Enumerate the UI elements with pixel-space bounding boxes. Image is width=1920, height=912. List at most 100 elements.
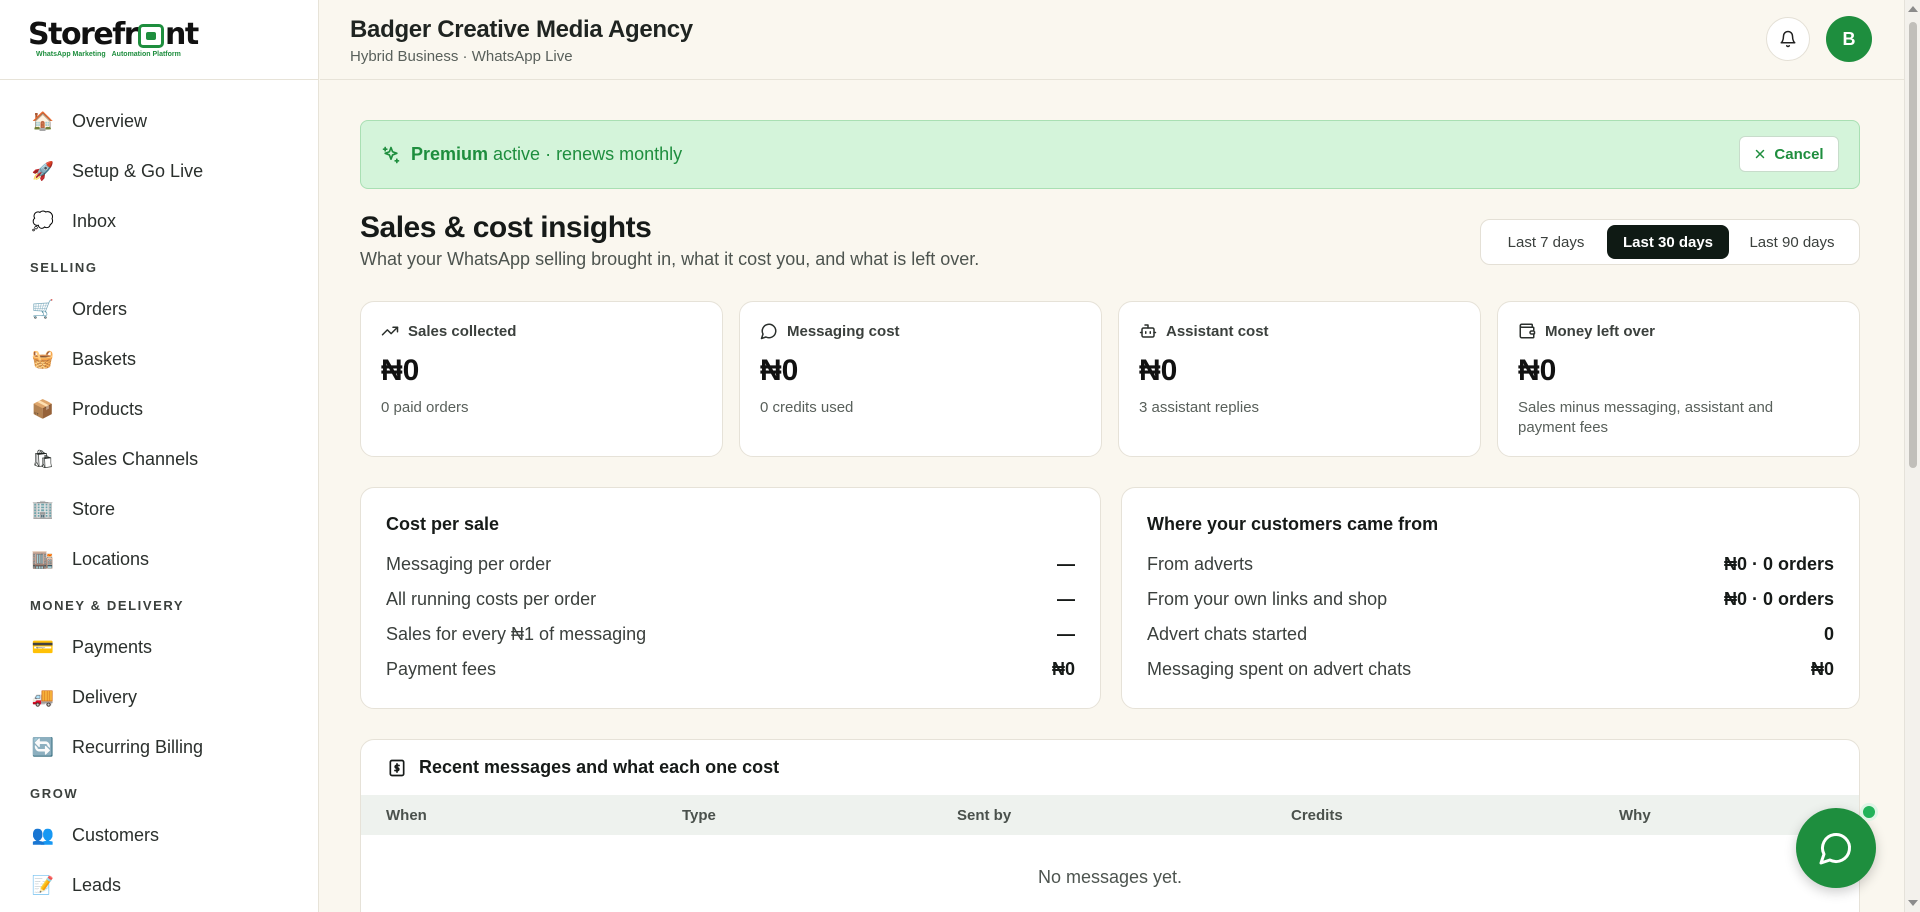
sparkles-icon <box>381 145 401 165</box>
stat-header: Messaging cost <box>760 322 1081 340</box>
column-header-why[interactable]: Why <box>1619 807 1651 824</box>
metric-row: From adverts ₦0 · 0 orders <box>1147 547 1834 582</box>
subscription-status: Premium active · renews monthly <box>411 144 682 165</box>
date-range-selector: Last 7 days Last 30 days Last 90 days <box>1480 219 1860 265</box>
metric-value: ₦0 · 0 orders <box>1723 554 1834 574</box>
panel-title: Cost per sale <box>386 514 500 534</box>
stat-card-messaging-cost: Messaging cost ₦0 0 credits used <box>739 301 1102 457</box>
stat-value: ₦0 <box>1518 354 1557 387</box>
range-last-30-days[interactable]: Last 30 days <box>1607 225 1729 259</box>
chat-bubble-icon <box>1819 832 1852 865</box>
metric-value: ₦0 <box>1810 659 1834 679</box>
scroll-down-icon[interactable] <box>1908 900 1918 906</box>
plan-status: active · renews monthly <box>493 144 683 164</box>
metric-value: 0 <box>1823 624 1834 644</box>
metric-label: From your own links and shop <box>1147 589 1388 609</box>
bell-icon <box>1780 30 1796 48</box>
scrollbar[interactable] <box>1904 0 1920 912</box>
sidebar-item-setup[interactable]: 🚀 Setup & Go Live <box>0 146 318 196</box>
main-content: Premium active · renews monthly Cancel S… <box>360 120 1860 912</box>
sidebar-item-recurring-billing[interactable]: 🔄 Recurring Billing <box>0 722 318 772</box>
sidebar: Storefr nt WhatsApp Marketing Automation… <box>0 0 319 912</box>
stat-label: Assistant cost <box>1166 322 1269 340</box>
house-icon: 🏠 <box>31 110 55 131</box>
stat-value: ₦0 <box>381 354 420 387</box>
logo-tagline-1: WhatsApp Marketing <box>36 51 106 58</box>
logo-tagline-2: Automation Platform <box>111 51 181 58</box>
sidebar-item-overview[interactable]: 🏠 Overview <box>0 96 318 146</box>
cancel-subscription-button[interactable]: Cancel <box>1739 136 1839 172</box>
column-header-sent-by[interactable]: Sent by <box>957 807 1011 824</box>
notifications-button[interactable] <box>1766 17 1810 61</box>
metric-row: Advert chats started 0 <box>1147 617 1834 652</box>
sidebar-item-delivery[interactable]: 🚚 Delivery <box>0 672 318 722</box>
stat-card-money-left-over: Money left over ₦0 Sales minus messaging… <box>1497 301 1860 457</box>
shopping-bags-icon: 🛍 <box>31 448 55 469</box>
building-icon: 🏢 <box>31 498 55 519</box>
close-icon <box>1756 149 1765 159</box>
sidebar-item-label: Products <box>72 398 144 419</box>
cost-per-sale-panel: Cost per sale Messaging per order — All … <box>360 487 1101 709</box>
business-name: Badger Creative Media Agency <box>350 16 693 43</box>
logo-text-part-2: nt <box>165 17 199 52</box>
sidebar-item-payments[interactable]: 💳 Payments <box>0 622 318 672</box>
column-header-when[interactable]: When <box>386 807 427 824</box>
subscription-banner: Premium active · renews monthly Cancel <box>360 120 1860 189</box>
metric-value: ₦0 <box>1051 659 1075 679</box>
stat-header: Assistant cost <box>1139 322 1460 340</box>
sidebar-item-orders[interactable]: 🛒 Orders <box>0 284 318 334</box>
sidebar-item-store[interactable]: 🏢 Store <box>0 484 318 534</box>
scroll-up-icon[interactable] <box>1908 6 1918 12</box>
range-last-7-days[interactable]: Last 7 days <box>1485 225 1607 259</box>
stat-card-sales-collected: Sales collected ₦0 0 paid orders <box>360 301 723 457</box>
sidebar-item-sales-channels[interactable]: 🛍 Sales Channels <box>0 434 318 484</box>
metric-row: Payment fees ₦0 <box>386 652 1075 687</box>
sidebar-item-customers[interactable]: 👥 Customers <box>0 810 318 860</box>
avatar[interactable]: B <box>1826 16 1872 62</box>
sidebar-item-label: Inbox <box>72 210 117 231</box>
sidebar-item-leads[interactable]: 📝 Leads <box>0 860 318 910</box>
scrollbar-thumb[interactable] <box>1909 22 1917 468</box>
metric-label: All running costs per order <box>386 589 597 609</box>
page-header: Sales & cost insights What your WhatsApp… <box>360 211 1860 281</box>
metric-row: All running costs per order — <box>386 582 1075 617</box>
sidebar-item-locations[interactable]: 🏬 Locations <box>0 534 318 584</box>
logo-text-part-1: Storefr <box>28 17 139 52</box>
logo[interactable]: Storefr nt WhatsApp Marketing Automation… <box>0 0 318 80</box>
sidebar-item-baskets[interactable]: 🧺 Baskets <box>0 334 318 384</box>
metric-row: Sales for every ₦1 of messaging — <box>386 617 1075 652</box>
messages-table-header: When Type Sent by Credits Why <box>361 795 1859 835</box>
insight-panels: Cost per sale Messaging per order — All … <box>360 487 1860 709</box>
metric-row: From your own links and shop ₦0 · 0 orde… <box>1147 582 1834 617</box>
package-icon: 📦 <box>31 398 55 419</box>
business-subtitle: Hybrid Business · WhatsApp Live <box>350 48 573 65</box>
stat-cards: Sales collected ₦0 0 paid orders Messagi… <box>360 301 1860 457</box>
sidebar-section-selling: SELLING <box>30 260 98 275</box>
stat-note: 0 credits used <box>760 399 854 416</box>
stat-label: Money left over <box>1545 322 1656 340</box>
sidebar-section-money-delivery: MONEY & DELIVERY <box>30 598 185 613</box>
sidebar-item-label: Leads <box>72 874 122 895</box>
sidebar-item-label: Sales Channels <box>72 448 199 469</box>
plan-name: Premium <box>411 144 489 164</box>
speech-bubble-icon: 💭 <box>31 210 55 231</box>
column-header-type[interactable]: Type <box>682 807 716 824</box>
top-header: Badger Creative Media Agency Hybrid Busi… <box>320 0 1904 80</box>
sidebar-item-inbox[interactable]: 💭 Inbox <box>0 196 318 246</box>
trending-up-icon <box>381 326 399 336</box>
sidebar-item-label: Customers <box>72 824 160 845</box>
stat-card-assistant-cost: Assistant cost ₦0 3 assistant replies <box>1118 301 1481 457</box>
credit-card-icon: 💳 <box>31 636 55 657</box>
metric-label: Sales for every ₦1 of messaging <box>386 624 647 644</box>
recent-messages-panel: Recent messages and what each one cost W… <box>360 739 1860 912</box>
metric-label: Advert chats started <box>1147 624 1308 644</box>
range-last-90-days[interactable]: Last 90 days <box>1729 225 1855 259</box>
sidebar-item-products[interactable]: 📦 Products <box>0 384 318 434</box>
logo-wordmark: Storefr nt <box>28 20 318 50</box>
stat-header: Sales collected <box>381 322 702 340</box>
sidebar-section-grow: GROW <box>30 786 79 801</box>
column-header-credits[interactable]: Credits <box>1291 807 1343 824</box>
basket-icon: 🧺 <box>31 348 55 369</box>
metric-row: Messaging spent on advert chats ₦0 <box>1147 652 1834 687</box>
memo-icon: 📝 <box>31 874 55 895</box>
